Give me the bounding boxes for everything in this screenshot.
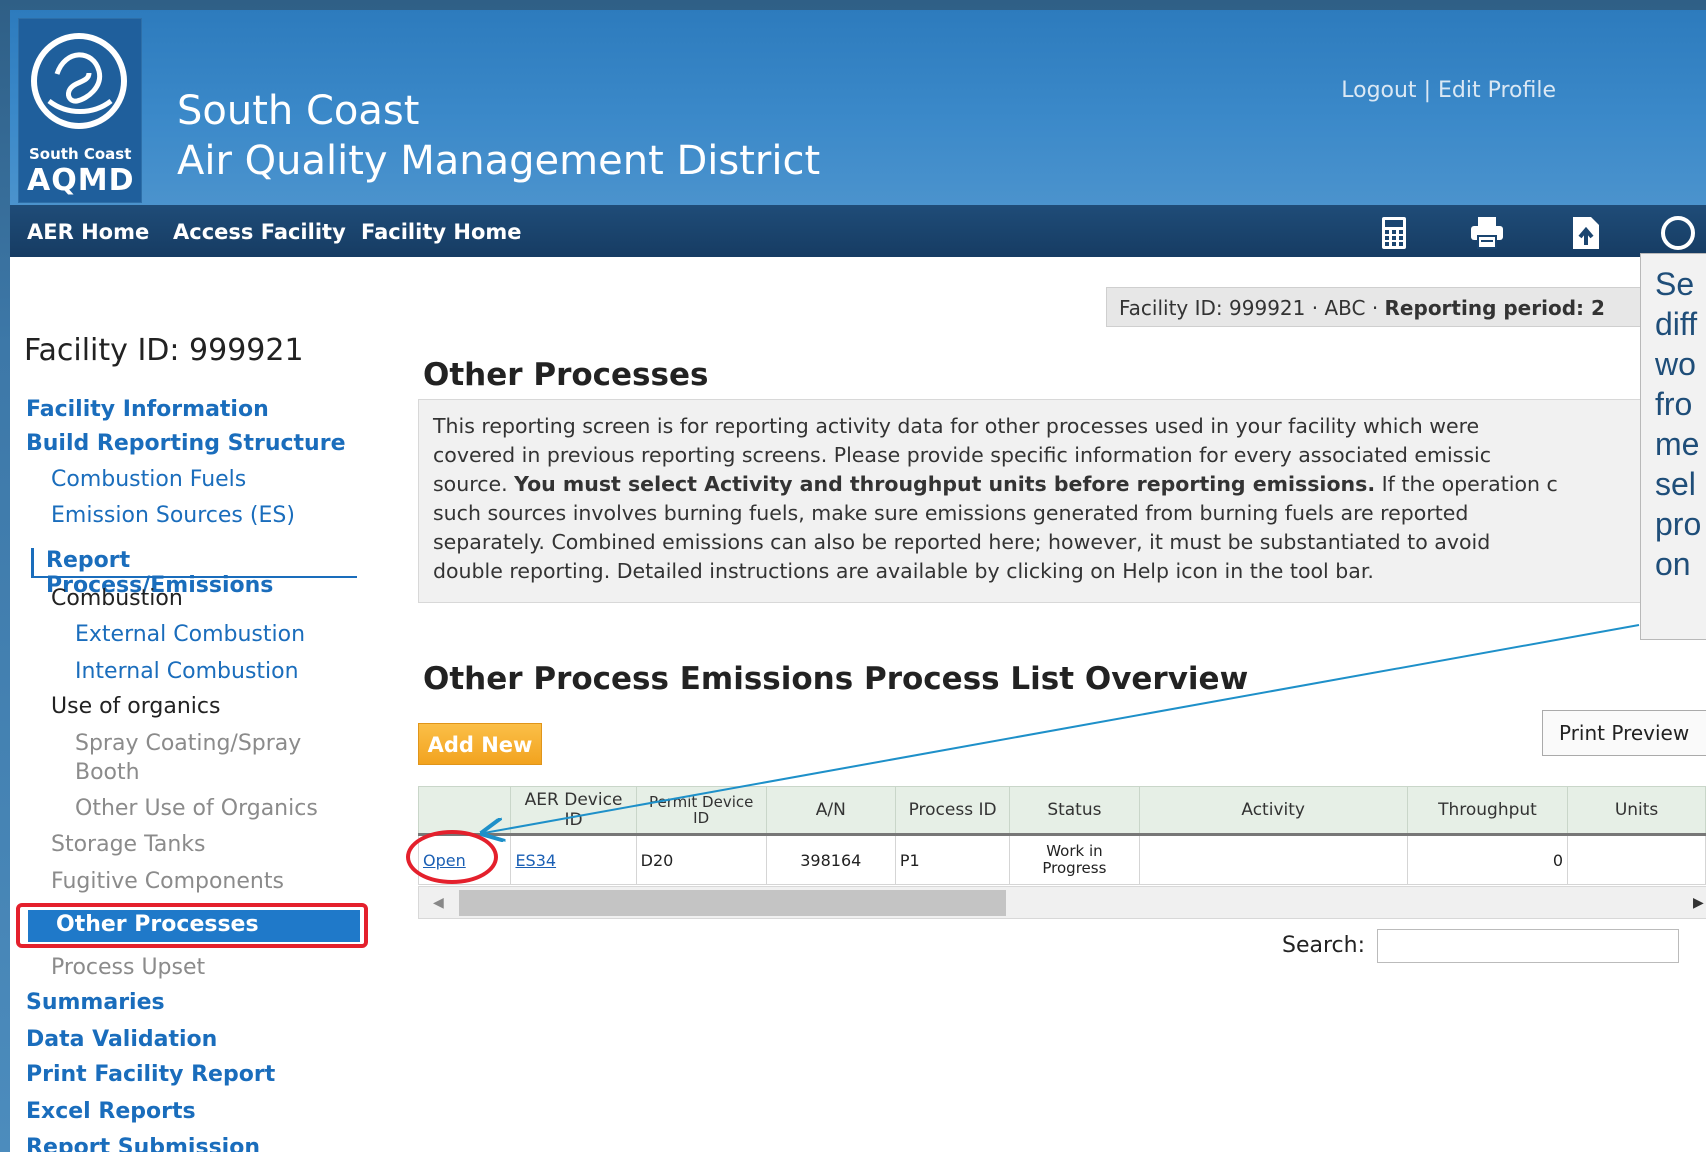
intro-text-box: This reporting screen is for reporting a… [418, 399, 1706, 603]
intro-emphasis: You must select Activity and throughput … [514, 472, 1376, 496]
callout-line: pro [1655, 506, 1702, 542]
sidebar-item-data-validation[interactable]: Data Validation [26, 1027, 217, 1052]
add-new-button[interactable]: Add New [418, 723, 542, 765]
col-header-throughput[interactable]: Throughput [1406, 786, 1569, 836]
nav-access-facility[interactable]: Access Facility [173, 220, 346, 244]
col-header-activity[interactable]: Activity [1138, 786, 1408, 836]
help-icon[interactable] [1660, 215, 1696, 251]
col-header-units[interactable]: Units [1567, 786, 1706, 836]
org-name-line2: Air Quality Management District [177, 138, 821, 184]
upload-icon[interactable] [1567, 215, 1603, 251]
col-header-an[interactable]: A/N [765, 786, 896, 836]
table-header-row: AER Device ID Permit Device ID A/N Proce… [417, 786, 1706, 836]
table-horizontal-scrollbar[interactable]: ◀ ▶ [418, 886, 1706, 919]
account-links: Logout | Edit Profile [1341, 78, 1556, 103]
sidebar-item-other-use-of-organics[interactable]: Other Use of Organics [75, 796, 318, 821]
sidebar-item-internal-combustion[interactable]: Internal Combustion [75, 659, 299, 684]
status-cell: Work in Progress [1009, 834, 1140, 885]
org-name-line1: South Coast [177, 88, 420, 134]
sidebar-group-use-of-organics: Use of organics [51, 694, 221, 719]
sidebar-item-spray-coating-booth[interactable]: Booth [75, 760, 140, 785]
header: South Coast AQMD South Coast Air Quality… [10, 10, 1706, 205]
sidebar-group-combustion: Combustion [51, 586, 183, 611]
highlight-circle-open [406, 830, 498, 884]
sidebar-item-combustion-fuels[interactable]: Combustion Fuels [51, 467, 246, 492]
reporting-period-label: Reporting period: 2 [1384, 296, 1605, 320]
sidebar-item-report-process-emissions[interactable]: Report Process/Emissions [31, 548, 357, 598]
print-preview-button[interactable]: Print Preview [1542, 710, 1706, 756]
sidebar-item-excel-reports[interactable]: Excel Reports [26, 1099, 196, 1124]
sidebar-item-process-upset[interactable]: Process Upset [51, 955, 205, 980]
highlight-box-other-processes [16, 903, 368, 948]
scroll-thumb[interactable] [459, 890, 1006, 916]
callout-line: me [1655, 426, 1700, 462]
edit-profile-link[interactable]: Edit Profile [1438, 78, 1556, 103]
instruction-callout: Se diff wo fro me sel pro on [1640, 253, 1706, 640]
logout-link[interactable]: Logout [1341, 78, 1416, 103]
facility-info-text: Facility ID: 999921 · ABC · [1119, 296, 1385, 320]
logo-text-big: AQMD [27, 163, 135, 198]
facility-info-bar: Facility ID: 999921 · ABC · Reporting pe… [1106, 287, 1706, 327]
callout-line: on [1655, 546, 1691, 582]
aqmd-emblem-icon [31, 33, 127, 129]
col-header-permit-device-id[interactable]: Permit Device ID [635, 786, 767, 836]
intro-text: source. [433, 472, 515, 496]
sidebar-item-facility-information[interactable]: Facility Information [26, 397, 269, 422]
nav-aer-home[interactable]: AER Home [27, 220, 149, 244]
aqmd-logo[interactable]: South Coast AQMD [18, 18, 142, 203]
logo-text-small: South Coast [29, 145, 132, 163]
calculator-icon[interactable] [1376, 215, 1412, 251]
sidebar-item-fugitive-components[interactable]: Fugitive Components [51, 869, 284, 894]
intro-line: source. You must select Activity and thr… [433, 470, 1703, 499]
callout-line: diff [1655, 306, 1698, 342]
callout-line: sel [1655, 466, 1696, 502]
sidebar-item-build-reporting-structure[interactable]: Build Reporting Structure [26, 431, 345, 456]
intro-text: If the operation c [1375, 472, 1558, 496]
units-cell [1567, 834, 1706, 885]
sidebar-item-summaries[interactable]: Summaries [26, 990, 165, 1015]
callout-line: fro [1655, 386, 1693, 422]
callout-line: Se [1655, 266, 1695, 302]
search-label: Search: [1282, 933, 1365, 958]
sidebar-item-emission-sources[interactable]: Emission Sources (ES) [51, 503, 295, 528]
sidebar-item-print-facility-report[interactable]: Print Facility Report [26, 1062, 275, 1087]
page-title: Other Processes [423, 357, 709, 393]
throughput-cell: 0 [1406, 834, 1569, 885]
callout-line: wo [1655, 346, 1696, 382]
link-separator: | [1423, 78, 1431, 103]
aer-device-id-cell: ES34 [510, 834, 637, 885]
process-id-cell: P1 [894, 834, 1011, 885]
intro-line: covered in previous reporting screens. P… [433, 443, 1491, 467]
search-input[interactable] [1377, 929, 1679, 963]
sidebar-facility-title: Facility ID: 999921 [24, 333, 304, 368]
table-row: Open ES34 D20 398164 P1 Work in Progress… [417, 834, 1706, 885]
sidebar-item-storage-tanks[interactable]: Storage Tanks [51, 832, 206, 857]
intro-line: separately. Combined emissions can also … [433, 530, 1491, 554]
intro-line: such sources involves burning fuels, mak… [433, 501, 1469, 525]
printer-icon[interactable] [1469, 215, 1505, 251]
col-header-aer-device-id[interactable]: AER Device ID [510, 786, 637, 836]
process-list-title: Other Process Emissions Process List Ove… [423, 661, 1249, 697]
sidebar-item-report-submission[interactable]: Report Submission [26, 1135, 260, 1152]
app-window: South Coast AQMD South Coast Air Quality… [10, 10, 1706, 1152]
scroll-left-icon[interactable]: ◀ [433, 895, 444, 911]
col-header-process-id[interactable]: Process ID [894, 786, 1011, 836]
col-header-status[interactable]: Status [1009, 786, 1140, 836]
an-cell: 398164 [765, 834, 896, 885]
sidebar-item-external-combustion[interactable]: External Combustion [75, 622, 305, 647]
permit-device-id-cell: D20 [635, 834, 767, 885]
scroll-right-icon[interactable]: ▶ [1693, 895, 1704, 911]
nav-facility-home[interactable]: Facility Home [361, 220, 522, 244]
col-header-action[interactable] [417, 786, 512, 836]
intro-line: double reporting. Detailed instructions … [433, 559, 1374, 583]
intro-line: This reporting screen is for reporting a… [433, 414, 1480, 438]
aer-device-id-link[interactable]: ES34 [515, 851, 556, 870]
activity-cell [1138, 834, 1408, 885]
main-navbar: AER Home Access Facility Facility Home [10, 205, 1706, 257]
process-list-table: AER Device ID Permit Device ID A/N Proce… [417, 786, 1706, 885]
sidebar-item-spray-coating[interactable]: Spray Coating/Spray [75, 731, 301, 756]
